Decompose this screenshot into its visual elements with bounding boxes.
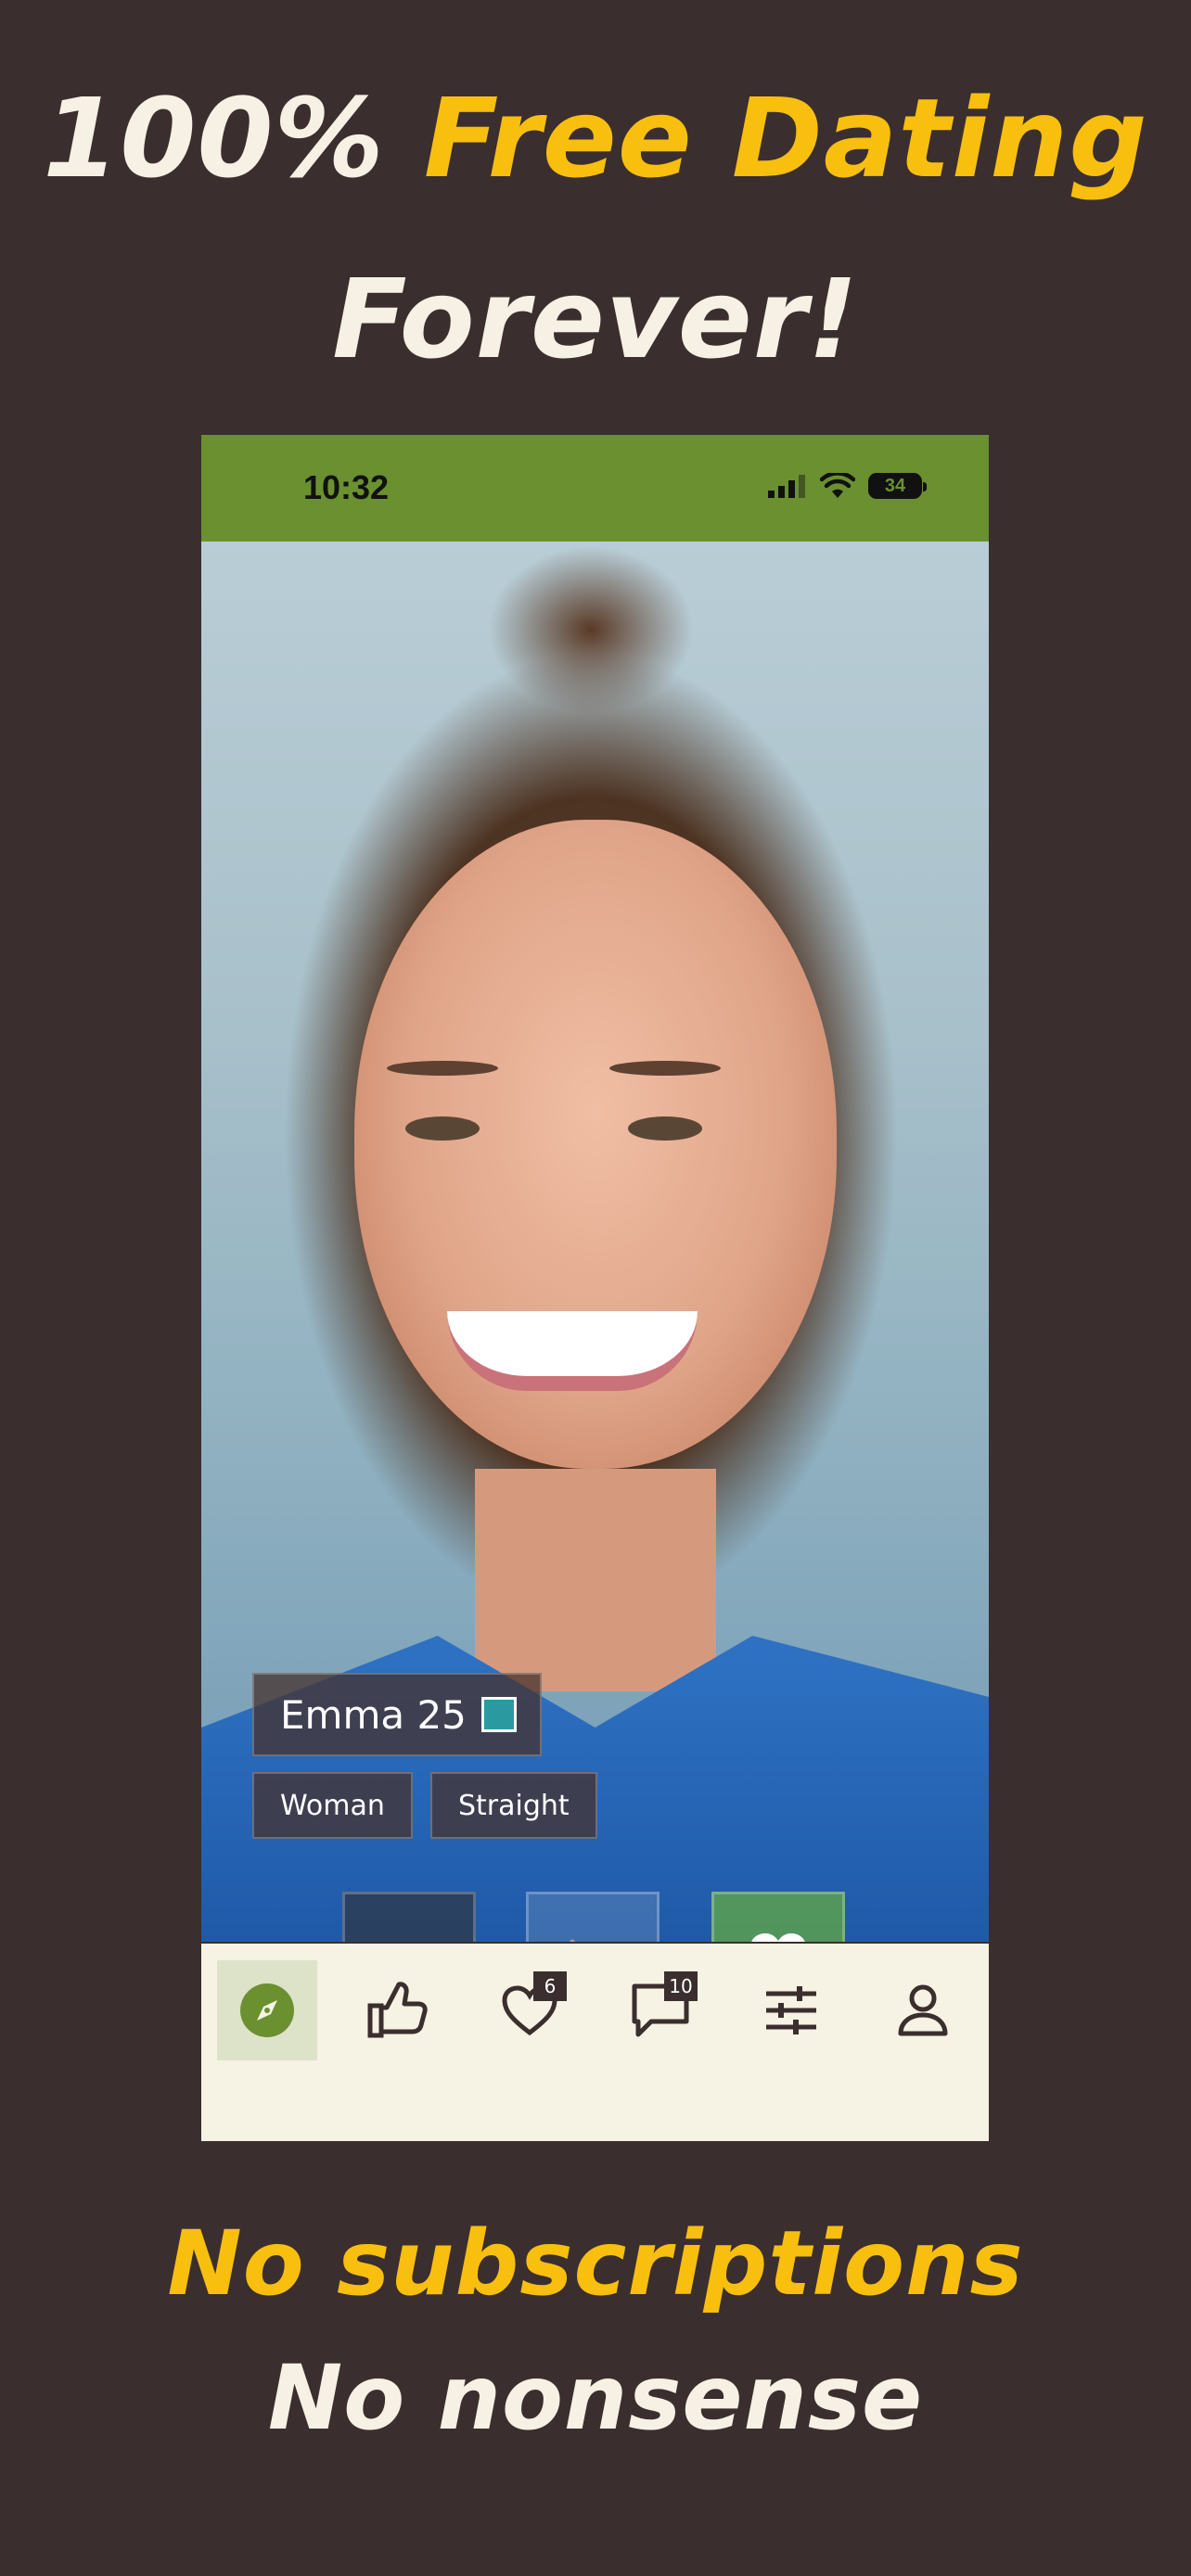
photo-neck (475, 1469, 716, 1691)
tag-gender: Woman (252, 1772, 413, 1839)
tag-orientation: Straight (430, 1772, 597, 1839)
photo-eye-left (405, 1116, 480, 1141)
nav-likes[interactable] (348, 1960, 448, 2060)
photo-brow-left (387, 1061, 498, 1076)
thumbs-up-icon (367, 1982, 428, 2038)
wifi-icon (820, 473, 855, 498)
battery-icon: 34 (868, 473, 927, 499)
matches-badge: 6 (533, 1971, 567, 2001)
profile-icon (898, 1984, 948, 2036)
nav-discover[interactable] (217, 1960, 317, 2060)
compass-icon (240, 1983, 294, 2037)
headline-part2: Free Dating (423, 74, 1148, 202)
nav-profile[interactable] (873, 1960, 973, 2060)
nav-filters[interactable] (741, 1960, 841, 2060)
status-icons: 34 (768, 470, 927, 502)
bottom-nav: 6 10 (201, 1942, 989, 2141)
messages-badge: 10 (664, 1971, 698, 2001)
status-bar: 10:32 34 (201, 435, 989, 542)
photo-eye-right (628, 1116, 702, 1141)
nav-matches[interactable]: 6 (480, 1960, 580, 2060)
sliders-icon (766, 1986, 816, 2034)
photo-brow-right (609, 1061, 721, 1076)
verified-badge-icon (480, 1697, 517, 1732)
promo-headline: 100% Free Dating (0, 74, 1191, 202)
profile-name-age: Emma 25 (280, 1691, 467, 1738)
profile-photo[interactable]: Emma 25 Woman Straight (201, 542, 989, 2025)
signal-icon (768, 475, 805, 498)
nav-messages[interactable]: 10 (610, 1960, 711, 2060)
promo-footer-line1: No subscriptions (167, 2212, 1024, 2315)
promo-footer-line2: No nonsense (267, 2346, 924, 2450)
status-time: 10:32 (303, 468, 390, 506)
headline-part1: 100% (43, 74, 424, 202)
phone-screen: 10:32 34 Emma 25 Woman Straight 6 10 (201, 435, 989, 2141)
promo-headline-line2: Forever! (332, 255, 859, 383)
profile-name-tag: Emma 25 (252, 1673, 542, 1756)
